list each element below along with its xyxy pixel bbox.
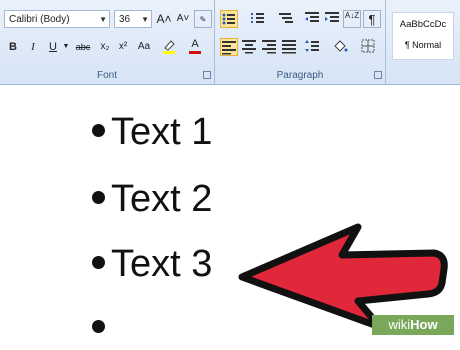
list-item[interactable]: Text 3 — [92, 243, 212, 286]
eraser-icon: ✎ — [199, 15, 207, 24]
style-name: ¶ Normal — [404, 40, 442, 50]
dialog-launcher-icon[interactable] — [374, 71, 382, 79]
list-item-text: Text 2 — [111, 178, 213, 220]
chevron-down-icon: ▼ — [99, 15, 107, 24]
align-center-button[interactable] — [240, 38, 258, 56]
line-spacing-button[interactable] — [303, 38, 321, 56]
align-center-icon — [242, 40, 256, 54]
bullet-icon — [92, 124, 105, 138]
sort-button[interactable]: A↓Z — [343, 10, 361, 28]
ribbon: Calibri (Body) ▼ 36 ▼ A˄ A˅ ✎ B I U ▼ ab… — [0, 0, 460, 85]
font-group-label: Font — [96, 70, 117, 81]
bold-button[interactable]: B — [4, 38, 22, 56]
watermark-logo: wikiHow — [372, 315, 454, 335]
style-normal-tile[interactable]: AaBbCcDc ¶ Normal — [392, 12, 454, 60]
clear-formatting-button[interactable]: ✎ — [194, 10, 212, 28]
font-color-swatch — [189, 51, 201, 54]
highlighter-icon — [163, 40, 175, 54]
watermark-suffix: How — [410, 317, 438, 332]
strikethrough-button[interactable]: abc — [72, 38, 94, 56]
list-item-text: Text 3 — [111, 243, 213, 285]
align-left-icon — [222, 41, 236, 55]
list-item-text: Text 1 — [111, 111, 213, 153]
style-sample-text: AaBbCcDc — [399, 19, 447, 30]
font-size-combo[interactable]: 36 ▼ — [114, 10, 152, 28]
chevron-down-icon[interactable]: ▼ — [62, 38, 70, 56]
list-item[interactable] — [92, 307, 111, 350]
highlight-button[interactable] — [160, 38, 178, 56]
shrink-font-button[interactable]: A˅ — [174, 10, 192, 28]
styles-group: AaBbCcDc ¶ Normal — [386, 0, 460, 84]
font-color-button[interactable]: A — [186, 38, 204, 56]
increase-indent-button[interactable] — [323, 10, 341, 28]
show-formatting-button[interactable]: ¶ — [363, 10, 381, 28]
bullet-list-icon — [222, 13, 235, 25]
align-right-button[interactable] — [260, 38, 278, 56]
font-size-value: 36 — [119, 14, 131, 25]
borders-button[interactable] — [359, 38, 377, 56]
paragraph-group: A↓Z ¶ Paragraph — [215, 0, 386, 84]
multilevel-list-button[interactable] — [277, 10, 295, 28]
line-spacing-icon — [305, 40, 319, 52]
watermark-prefix: wiki — [388, 317, 411, 332]
chevron-down-icon: ▼ — [141, 15, 149, 24]
font-color-label: A — [191, 38, 199, 50]
bullet-icon — [92, 191, 105, 205]
grow-font-button[interactable]: A˄ — [155, 10, 173, 28]
dialog-launcher-icon[interactable] — [203, 71, 211, 79]
font-group: Calibri (Body) ▼ 36 ▼ A˄ A˅ ✎ B I U ▼ ab… — [0, 0, 215, 84]
align-left-button[interactable] — [220, 38, 238, 56]
justify-icon — [282, 40, 296, 54]
underline-button[interactable]: U — [44, 38, 62, 56]
paint-bucket-icon — [334, 40, 348, 52]
paragraph-group-label: Paragraph — [276, 70, 324, 81]
superscript-button[interactable]: x² — [114, 38, 132, 56]
list-item[interactable]: Text 1 — [92, 111, 212, 154]
bullets-button[interactable] — [220, 10, 238, 28]
subscript-button[interactable]: x₂ — [96, 38, 114, 56]
numbering-button[interactable] — [249, 10, 267, 28]
list-item[interactable]: Text 2 — [92, 178, 212, 221]
change-case-button[interactable]: Aa — [133, 38, 155, 56]
multilevel-list-icon — [279, 13, 293, 23]
indent-icon — [325, 12, 339, 22]
bullet-icon — [92, 256, 105, 270]
bullet-icon — [92, 320, 105, 334]
font-name-combo[interactable]: Calibri (Body) ▼ — [4, 10, 110, 28]
document-page[interactable]: Text 1 Text 2 Text 3 wikiHow — [0, 85, 460, 345]
shading-button[interactable] — [331, 38, 349, 56]
sort-icon: A↓Z — [344, 11, 360, 20]
align-right-icon — [262, 40, 276, 54]
outdent-icon — [305, 12, 319, 22]
borders-icon — [361, 39, 375, 53]
font-name-value: Calibri (Body) — [9, 14, 70, 25]
justify-button[interactable] — [280, 38, 298, 56]
decrease-indent-button[interactable] — [303, 10, 321, 28]
numbered-list-icon — [251, 13, 264, 23]
italic-button[interactable]: I — [24, 38, 42, 56]
